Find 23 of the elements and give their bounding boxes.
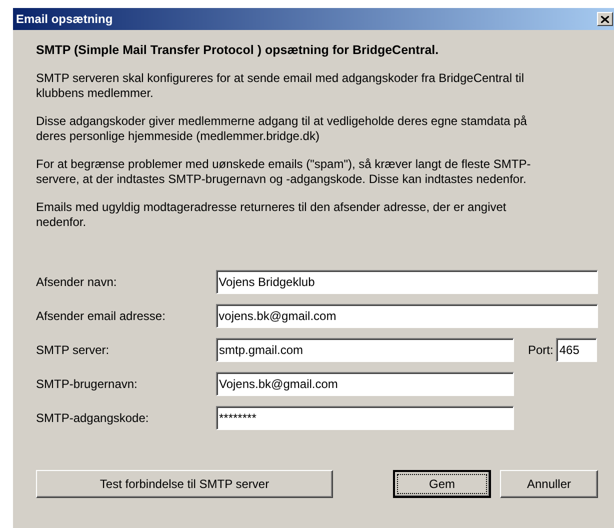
heading: SMTP (Simple Mail Transfer Protocol ) opsætning for BridgeCentral. xyxy=(36,43,440,57)
description-text: Disse adgangskoder giver medlemmerne adgang til at vedligeholde deres egne stamdata på deres personlige hjemmeside (medlemmer.bridge.dk) xyxy=(36,114,528,144)
input-field[interactable]: vojens.bk@gmail.com xyxy=(216,304,598,328)
port-field[interactable]: 465 xyxy=(556,338,598,362)
field-label: SMTP-adgangskode: xyxy=(36,411,150,425)
input-field[interactable]: smtp.gmail.com xyxy=(216,338,514,362)
field-label: SMTP server: xyxy=(36,343,110,357)
field-label: Afsender email adresse: xyxy=(36,309,166,323)
input-field[interactable]: Vojens Bridgeklub xyxy=(216,270,598,294)
dialog-button[interactable]: Gem xyxy=(393,470,491,498)
window-title: Email opsætning xyxy=(16,12,113,26)
description-text: For at begrænse problemer med uønskede emails ("spam"), så kræver langt de fleste SMTP-servere, at der indtastes SMTP-brugernavn og -adgangskode. Disse kan indtastes nedenfor. xyxy=(36,157,532,187)
description-text: Emails med ugyldig modtageradresse returneres til den afsender adresse, der er angivet nedenfor. xyxy=(36,200,508,230)
field-label: SMTP-brugernavn: xyxy=(36,377,138,391)
port-label: Port: xyxy=(528,343,554,357)
input-field[interactable]: Vojens.bk@gmail.com xyxy=(216,372,514,396)
description-text: SMTP serveren skal konfigureres for at sende email med adgangskoder fra BridgeCentral til klubbens medlemmer. xyxy=(36,71,526,101)
dialog-button[interactable]: Annuller xyxy=(500,470,598,498)
close-button[interactable] xyxy=(597,12,613,26)
field-label: Afsender navn: xyxy=(36,275,118,289)
close-icon xyxy=(601,16,609,22)
input-field[interactable]: ******** xyxy=(216,406,514,430)
dialog-button[interactable]: Test forbindelse til SMTP server xyxy=(36,470,333,498)
